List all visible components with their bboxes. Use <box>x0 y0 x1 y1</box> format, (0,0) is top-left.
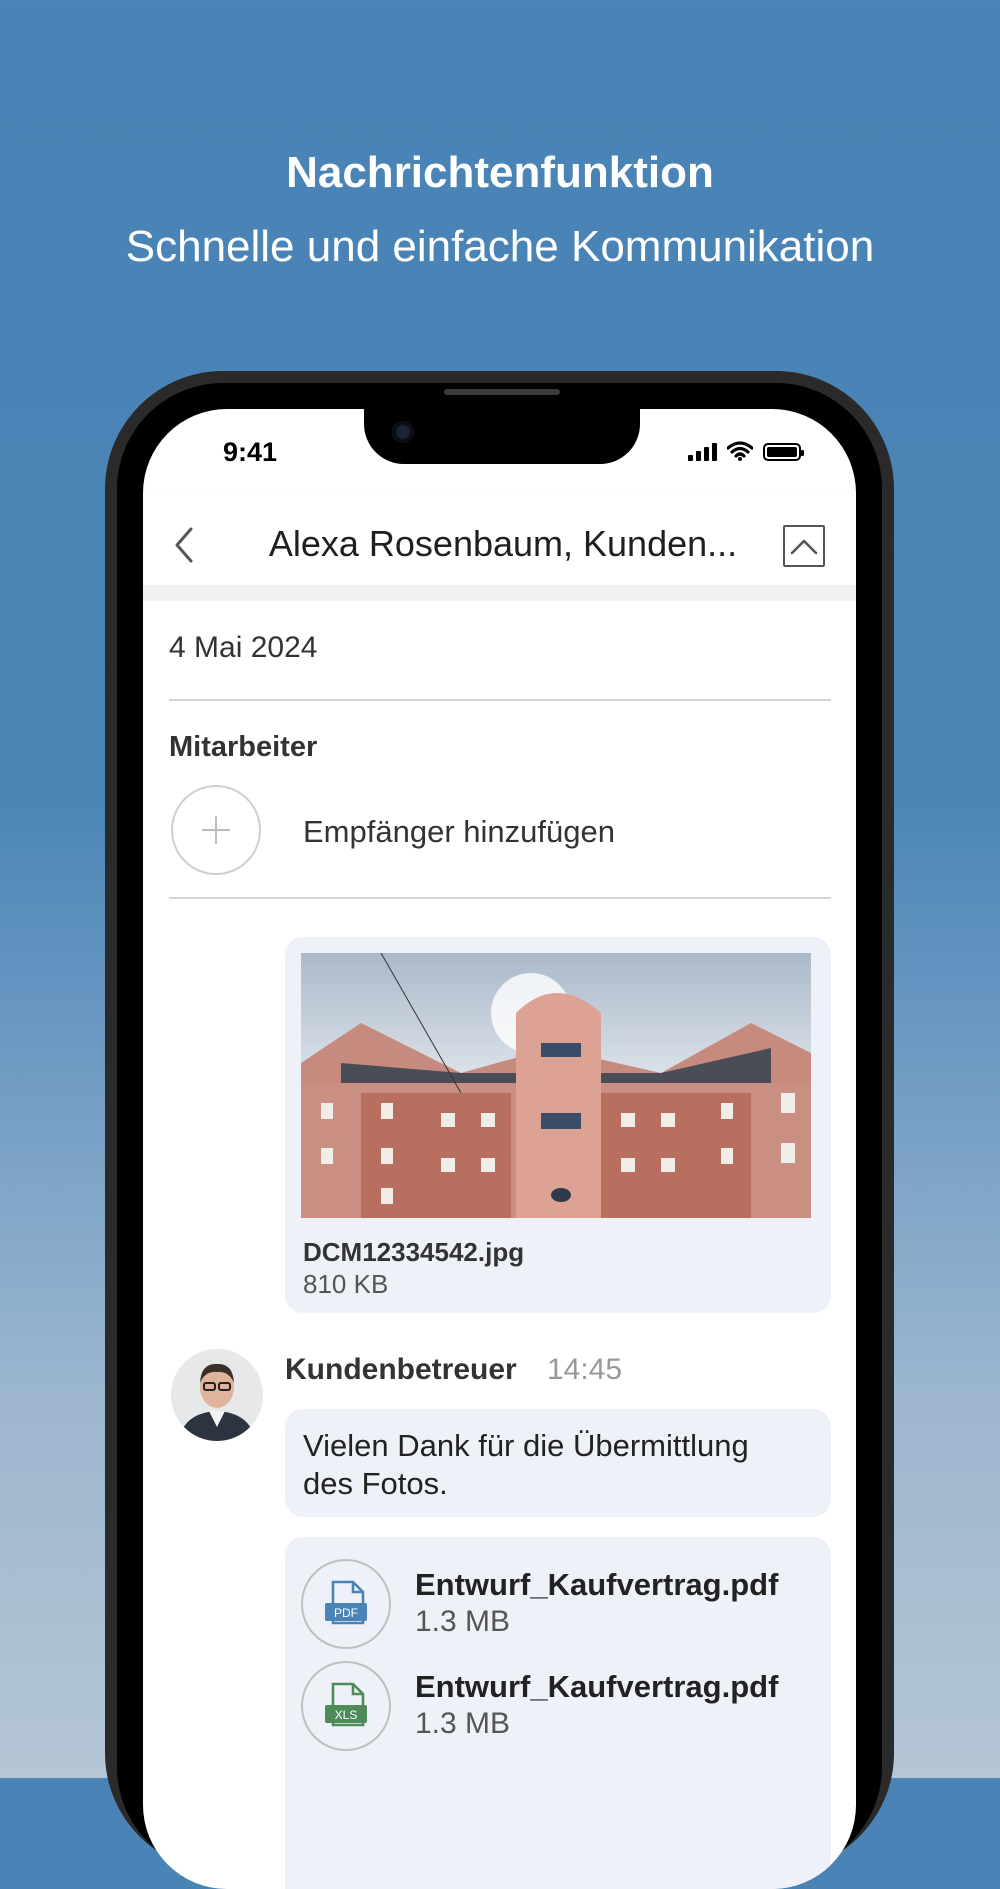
divider <box>169 699 831 701</box>
battery-icon <box>763 443 804 461</box>
svg-text:XLS: XLS <box>335 1708 358 1722</box>
image-attachment-card[interactable]: DCM12334542.jpg 810 KB <box>285 937 831 1313</box>
document-name[interactable]: Entwurf_Kaufvertrag.pdf <box>415 1567 778 1603</box>
back-button[interactable] <box>165 525 205 565</box>
nav-bar: Alexa Rosenbaum, Kunden... <box>143 495 856 585</box>
conversation-title: Alexa Rosenbaum, Kunden... <box>268 523 738 564</box>
status-icons <box>688 441 804 461</box>
divider <box>169 897 831 899</box>
add-recipient-button[interactable] <box>171 785 261 875</box>
person-avatar-icon <box>171 1349 263 1441</box>
chevron-left-icon <box>175 527 193 563</box>
nav-shadow <box>143 585 856 601</box>
signal-icon <box>688 443 717 461</box>
wifi-icon <box>727 441 753 461</box>
avatar <box>171 1349 263 1441</box>
status-time: 9:41 <box>223 437 278 467</box>
phone-screen: 9:41 Alexa Rosenbaum, Kunden... 4 Mai 20… <box>143 409 856 1889</box>
message-bubble: Vielen Dank für die Übermittlung des Fot… <box>285 1409 831 1517</box>
attachment-file-name: DCM12334542.jpg <box>303 1237 525 1267</box>
recipients-section-label: Mitarbeiter <box>169 731 318 763</box>
headline-title: Nachrichtenfunktion <box>286 148 714 197</box>
collapse-button[interactable] <box>783 525 825 567</box>
message-sender: Kundenbetreuer <box>285 1353 517 1386</box>
document-size: 1.3 MB <box>415 1707 511 1740</box>
conversation-date: 4 Mai 2024 <box>169 631 318 664</box>
message-time: 14:45 <box>547 1353 623 1386</box>
camera-icon <box>392 421 414 443</box>
documents-card: PDF Entwurf_Kaufvertrag.pdf 1.3 MB XLS E… <box>285 1537 831 1889</box>
document-size: 1.3 MB <box>415 1605 511 1638</box>
pdf-file-icon: PDF <box>301 1559 391 1649</box>
headline-subtitle: Schnelle und einfache Kommunikation <box>125 222 875 271</box>
xls-file-icon: XLS <box>301 1661 391 1751</box>
attachment-file-size: 810 KB <box>303 1269 389 1299</box>
chevron-up-icon <box>790 539 818 555</box>
svg-text:PDF: PDF <box>334 1606 358 1620</box>
message-text: Vielen Dank für die Übermittlung des Fot… <box>303 1428 749 1501</box>
attachment-photo[interactable] <box>301 953 811 1218</box>
add-recipient-label[interactable]: Empfänger hinzufügen <box>303 814 615 850</box>
phone-speaker <box>444 389 560 395</box>
document-name[interactable]: Entwurf_Kaufvertrag.pdf <box>415 1669 778 1705</box>
building-image <box>301 953 811 1218</box>
plus-icon <box>202 816 230 844</box>
